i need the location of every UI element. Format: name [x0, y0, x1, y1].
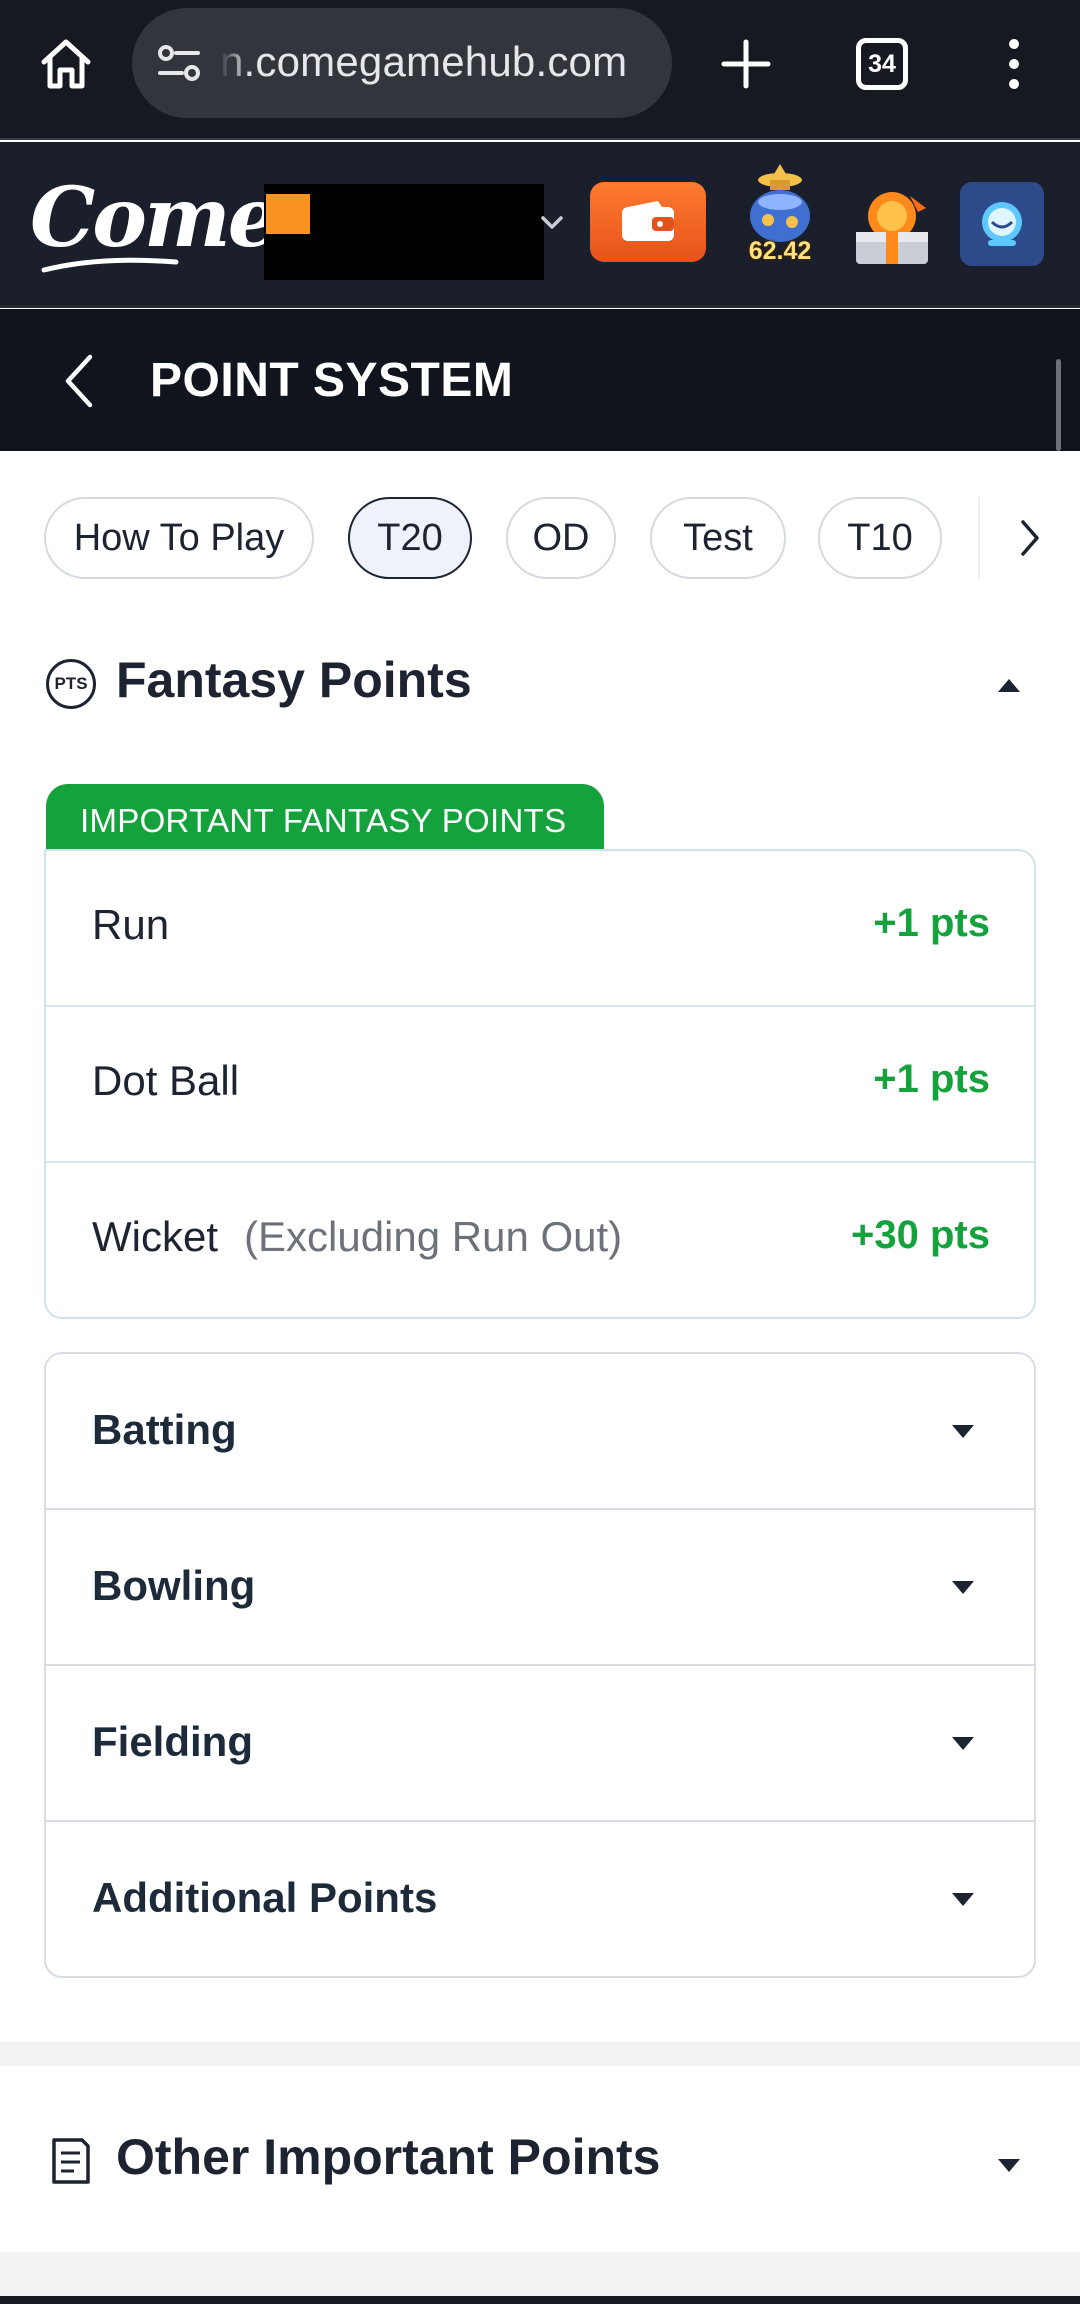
table-row: Dot Ball +1 pts — [46, 1007, 1034, 1163]
tab-test[interactable]: Test — [650, 497, 786, 579]
point-label: Dot Ball — [92, 1057, 240, 1104]
chevron-right-icon — [1021, 520, 1039, 556]
accordion-label: Bowling — [92, 1562, 256, 1609]
section-title: Fantasy Points — [116, 652, 472, 708]
back-arrow-icon[interactable] — [56, 351, 104, 411]
point-note: (Excluding Run Out) — [244, 1213, 623, 1260]
address-bar[interactable]: n.comegamehub.com — [132, 8, 672, 118]
new-tab-icon[interactable] — [714, 32, 778, 96]
accordion-batting[interactable]: Batting — [46, 1354, 1034, 1510]
chevron-down-icon[interactable] — [540, 214, 564, 232]
caret-down-icon — [952, 1581, 974, 1594]
point-value: +1 pts — [873, 901, 990, 945]
points-categories: Batting Bowling Fielding Additional Poin… — [44, 1352, 1036, 1978]
point-value: +1 pts — [873, 1057, 990, 1101]
caret-down-icon — [952, 1893, 974, 1906]
site-settings-icon[interactable] — [154, 38, 204, 88]
table-row: Run +1 pts — [46, 851, 1034, 1007]
tab-od[interactable]: OD — [506, 497, 616, 579]
tabs-scroll-right-button[interactable] — [978, 497, 1080, 579]
jackpot-value: 62.42 — [748, 237, 812, 265]
home-icon[interactable] — [34, 32, 98, 96]
site-logo[interactable]: Come — [30, 170, 280, 266]
format-tabs: How To Play T20 OD Test T10 — [0, 451, 1080, 621]
important-points-table: Run +1 pts Dot Ball +1 pts Wicket (Exclud… — [44, 849, 1036, 1319]
section-title: Other Important Points — [116, 2129, 661, 2185]
logo-swoosh-icon — [41, 257, 179, 273]
section-divider — [0, 2042, 1080, 2066]
site-header: Come 62.42 — [0, 142, 1080, 308]
tab-t20[interactable]: T20 — [348, 497, 472, 579]
tab-how-to-play[interactable]: How To Play — [44, 497, 314, 579]
point-label: Wicket (Excluding Run Out) — [92, 1213, 623, 1260]
navigation-bar — [0, 2296, 1080, 2304]
browser-toolbar: n.comegamehub.com 34 — [0, 0, 1080, 140]
caret-down-icon[interactable] — [996, 2158, 1022, 2174]
accordion-label: Batting — [92, 1406, 237, 1453]
page-title-bar: POINT SYSTEM — [0, 309, 1080, 451]
more-vert-icon[interactable] — [992, 34, 1036, 94]
other-important-points-header[interactable]: Other Important Points — [0, 2066, 1080, 2252]
fantasy-points-header[interactable]: PTS Fantasy Points — [0, 621, 1080, 737]
wallet-icon — [622, 201, 674, 241]
accordion-fielding[interactable]: Fielding — [46, 1666, 1034, 1822]
table-row: Wicket (Excluding Run Out) +30 pts — [46, 1163, 1034, 1317]
accordion-additional-points[interactable]: Additional Points — [46, 1822, 1034, 1976]
important-points-tag: IMPORTANT FANTASY POINTS — [46, 784, 604, 858]
url-text: n.comegamehub.com — [220, 38, 628, 85]
point-value: +30 pts — [851, 1213, 990, 1257]
treasure-chest-icon[interactable] — [848, 182, 934, 272]
tab-t10[interactable]: T10 — [818, 497, 942, 579]
tab-switcher-button[interactable]: 34 — [856, 38, 908, 90]
wallet-button[interactable] — [590, 182, 706, 262]
caret-down-icon — [952, 1425, 974, 1438]
account-badge-icon — [266, 194, 310, 234]
document-icon — [52, 2138, 90, 2184]
pts-icon: PTS — [46, 659, 96, 709]
scroll-indicator — [1056, 359, 1061, 451]
accordion-label: Additional Points — [92, 1874, 438, 1921]
page-title: POINT SYSTEM — [150, 354, 514, 407]
caret-up-icon[interactable] — [996, 677, 1022, 693]
accordion-label: Fielding — [92, 1718, 253, 1765]
support-agent-icon — [982, 202, 1022, 246]
point-label: Run — [92, 901, 170, 948]
caret-down-icon — [952, 1737, 974, 1750]
support-button[interactable] — [960, 182, 1044, 266]
accordion-bowling[interactable]: Bowling — [46, 1510, 1034, 1666]
